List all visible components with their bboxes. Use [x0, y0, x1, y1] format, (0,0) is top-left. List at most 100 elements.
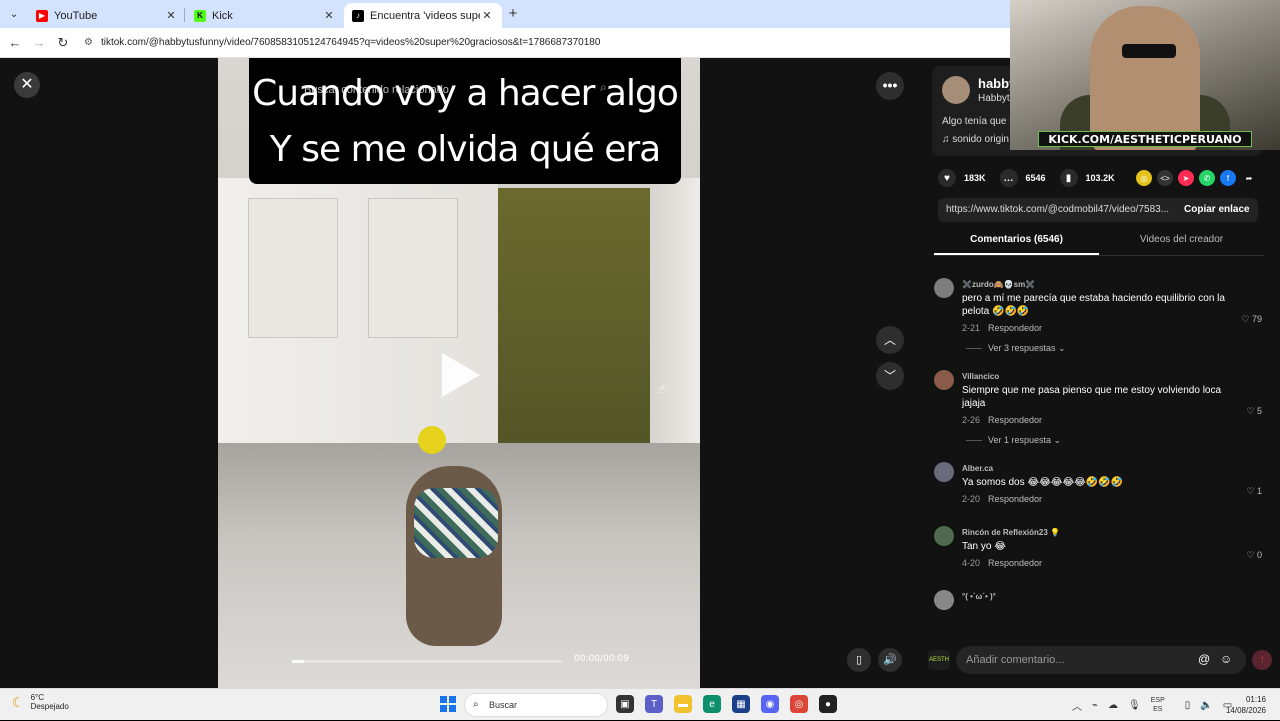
tab-search-chevron-icon[interactable]: ⌄: [4, 4, 24, 24]
list-item: Rincón de Reflexión23 💡 Tan yo 😂 4-20 Res…: [934, 518, 1268, 568]
reload-icon[interactable]: ↻: [54, 34, 72, 52]
avatar[interactable]: [934, 278, 954, 298]
like-button[interactable]: ♥ 183K: [938, 169, 986, 187]
network-icon[interactable]: ⌁: [1092, 700, 1098, 711]
clock[interactable]: 01:16 14/08/2026: [1226, 694, 1266, 716]
tab-kick[interactable]: K Kick ✕: [186, 3, 344, 28]
cloud-icon[interactable]: ☁: [1108, 700, 1118, 711]
coin-icon[interactable]: ◎: [1136, 170, 1152, 186]
reply-button[interactable]: Respondedor: [988, 558, 1042, 568]
comment-text: Ya somos dos 😂😂😂😂😂🤣🤣🤣: [962, 477, 1124, 488]
comment-user[interactable]: ✖️zurdo🙈💀sm✖️: [962, 270, 1268, 289]
video-progress-fill: [292, 660, 305, 663]
teams-icon[interactable]: T: [645, 695, 663, 713]
comment-like[interactable]: ♡ 79: [1241, 314, 1262, 325]
sound-link[interactable]: ♫ sonido origin: [942, 134, 1009, 145]
avatar[interactable]: [934, 590, 954, 610]
microphone-icon[interactable]: 🎙: [1128, 700, 1141, 711]
weather-widget[interactable]: ☾ 6°C Despejado: [12, 693, 69, 711]
reply-button[interactable]: Respondedor: [988, 323, 1042, 333]
comment-date: 2-26: [962, 415, 981, 425]
comment-like[interactable]: ♡ 5: [1246, 406, 1262, 417]
embed-icon[interactable]: <>: [1157, 170, 1173, 186]
tab-close-icon[interactable]: ✕: [322, 9, 336, 22]
comment-like[interactable]: ♡ 0: [1246, 550, 1262, 561]
taskbar-search[interactable]: ⌕ Buscar: [464, 693, 608, 717]
tab-title: Encuentra 'videos super gracio: [370, 9, 480, 22]
view-replies-button[interactable]: Ver 3 respuestas ⌄: [966, 343, 1268, 354]
previous-video-button[interactable]: ︿: [876, 326, 904, 354]
video-scene-ball: [418, 426, 446, 454]
volume-button[interactable]: 🔊: [878, 648, 902, 672]
lang-code: ESP: [1150, 697, 1165, 704]
tab-youtube[interactable]: ▶ YouTube ✕: [28, 3, 186, 28]
task-view-icon[interactable]: ▣: [616, 695, 634, 713]
comment-composer: AESTH @ ☺ ↑: [926, 644, 1276, 676]
lang-sub: ES: [1153, 706, 1163, 713]
comment-user[interactable]: Villancico: [962, 362, 1268, 381]
store-icon[interactable]: ▦: [732, 695, 750, 713]
language-indicator[interactable]: ESP ES: [1151, 696, 1175, 714]
whatsapp-icon[interactable]: ✆: [1199, 170, 1215, 186]
view-replies-button[interactable]: Ver 1 respuesta ⌄: [966, 435, 1268, 446]
avatar[interactable]: [934, 462, 954, 482]
forward-arrow-icon[interactable]: →: [30, 34, 48, 52]
tab-comments[interactable]: Comentarios (6546): [934, 234, 1099, 255]
share-link-url: https://www.tiktok.com/@codmobil47/video…: [946, 204, 1170, 215]
facebook-icon[interactable]: f: [1220, 170, 1236, 186]
copy-link-button[interactable]: Copiar enlace: [1184, 204, 1250, 215]
comment-user[interactable]: Rincón de Reflexión23 💡: [962, 518, 1268, 537]
chrome-icon[interactable]: ◎: [790, 695, 808, 713]
comment-user[interactable]: °( •`ω´• )°: [962, 582, 1268, 601]
webcam-banner: KICK.COM/AESTHETICPERUANO: [1038, 131, 1252, 147]
taskbar-apps: ▣ T ▬ e ▦ ◉ ◎ ●: [616, 695, 848, 713]
save-button[interactable]: ▮ 103.2K: [1059, 169, 1115, 187]
list-item: Alber.ca Ya somos dos 😂😂😂😂😂🤣🤣🤣 2-20 Respo…: [934, 454, 1268, 504]
next-video-button[interactable]: ﹀: [876, 362, 904, 390]
avatar[interactable]: [934, 370, 954, 390]
mention-icon[interactable]: @: [1198, 652, 1210, 666]
chevron-up-icon[interactable]: ︿: [1072, 698, 1082, 713]
close-video-button[interactable]: ✕: [14, 72, 40, 98]
new-tab-button[interactable]: +: [505, 5, 521, 23]
edge-icon[interactable]: e: [703, 695, 721, 713]
tab-tiktok[interactable]: ♪ Encuentra 'videos super gracio ✕: [344, 3, 502, 28]
comment-button[interactable]: … 6546: [999, 169, 1046, 187]
comment-user[interactable]: Alber.ca: [962, 454, 1268, 473]
comment-date: 4-20: [962, 558, 981, 568]
more-options-button[interactable]: •••: [876, 72, 904, 100]
send-comment-button[interactable]: ↑: [1252, 650, 1272, 670]
url-field[interactable]: ⚙ tiktok.com/@habbytusfunny/video/760858…: [84, 33, 1004, 53]
windows-start-icon[interactable]: [440, 696, 456, 712]
tab-close-icon[interactable]: ✕: [164, 9, 178, 22]
comment-icon: …: [999, 169, 1018, 187]
back-arrow-icon[interactable]: ←: [6, 34, 24, 52]
site-info-icon[interactable]: ⚙: [84, 33, 93, 53]
video-description: Algo tenía que h: [942, 116, 1015, 127]
tab-creator-videos[interactable]: Videos del creador: [1099, 234, 1264, 245]
video-caption: Cuando voy a hacer algo Y se me olvida q…: [249, 58, 681, 184]
tab-close-icon[interactable]: ✕: [480, 9, 494, 22]
clock-time: 01:16: [1245, 695, 1266, 704]
reply-button[interactable]: Respondedor: [988, 415, 1042, 425]
user-avatar[interactable]: AESTH: [928, 650, 950, 670]
phone-link-icon[interactable]: ▯: [1185, 700, 1191, 711]
related-search-input[interactable]: Buscar contenido relacionado: [304, 78, 634, 102]
comment-like[interactable]: ♡ 1: [1246, 486, 1262, 497]
folder-icon[interactable]: ▬: [674, 695, 692, 713]
discord-icon[interactable]: ◉: [761, 695, 779, 713]
avatar[interactable]: [942, 76, 970, 104]
floating-player-button[interactable]: ▯: [847, 648, 871, 672]
share-link-box: https://www.tiktok.com/@codmobil47/video…: [938, 198, 1258, 222]
send-icon[interactable]: ➤: [1178, 170, 1194, 186]
play-icon[interactable]: [442, 353, 480, 397]
reply-button[interactable]: Respondedor: [988, 494, 1042, 504]
speaker-icon[interactable]: 🔈: [1200, 700, 1212, 711]
search-icon[interactable]: ⌕: [600, 80, 607, 95]
avatar[interactable]: [934, 526, 954, 546]
emoji-icon[interactable]: ☺: [1220, 652, 1232, 666]
share-arrow-icon[interactable]: ➦: [1241, 170, 1257, 186]
video-progress-bar[interactable]: [292, 660, 562, 663]
video-player[interactable]: Cuando voy a hacer algo Y se me olvida q…: [218, 58, 700, 688]
obs-icon[interactable]: ●: [819, 695, 837, 713]
